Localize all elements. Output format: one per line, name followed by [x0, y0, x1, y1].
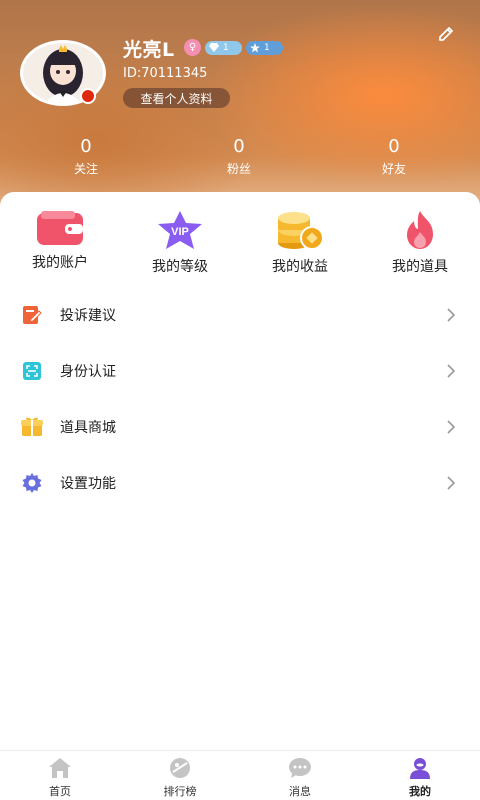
menu-item-label: 道具商城 [60, 420, 116, 436]
menu-item-complaint[interactable]: 投诉建议 [0, 287, 480, 343]
tab-label: 消息 [289, 785, 311, 798]
quick-action-label: 我的账户 [32, 255, 88, 271]
stat-value: 0 [233, 136, 245, 157]
coins-icon [276, 210, 324, 250]
diamond-level-badge: 1 [205, 40, 242, 55]
user-badges: ♀ 1 1 [184, 39, 283, 56]
tab-me[interactable]: 我的 [380, 757, 460, 799]
complaint-icon [21, 304, 43, 326]
pencil-icon [439, 27, 453, 41]
my-earnings-button[interactable]: 我的收益 [255, 210, 345, 275]
avatar[interactable] [20, 40, 106, 106]
stat-friends[interactable]: 0 好友 [344, 136, 444, 177]
tab-home[interactable]: 首页 [20, 757, 100, 799]
message-icon [288, 757, 312, 779]
chevron-right-icon [447, 476, 456, 490]
gear-icon [21, 472, 43, 494]
tab-ranking[interactable]: 排行榜 [140, 757, 220, 799]
menu-item-label: 投诉建议 [60, 308, 116, 324]
quick-action-label: 我的道具 [392, 259, 448, 275]
menu-item-label: 身份认证 [60, 364, 116, 380]
tab-label: 我的 [409, 785, 431, 798]
stat-value: 0 [388, 136, 400, 157]
menu-item-label: 设置功能 [60, 476, 116, 492]
stat-label: 关注 [73, 162, 98, 176]
menu-item-prop-shop[interactable]: 道具商城 [0, 399, 480, 455]
home-icon [48, 757, 72, 779]
svg-text:VIP: VIP [171, 226, 189, 238]
gender-female-icon: ♀ [184, 39, 201, 56]
menu-item-settings[interactable]: 设置功能 [0, 455, 480, 511]
diamond-icon [209, 43, 219, 52]
tab-label: 首页 [49, 785, 71, 798]
chevron-right-icon [447, 420, 456, 434]
diamond-level-value: 1 [223, 42, 229, 53]
wallet-icon [36, 210, 84, 246]
stat-fans[interactable]: 0 粉丝 [189, 136, 289, 177]
flame-icon [396, 210, 444, 250]
country-flag-icon [80, 88, 96, 104]
id-scan-icon [21, 360, 43, 382]
bottom-tab-bar: 首页 排行榜 消息 我的 [0, 750, 480, 800]
edit-profile-button[interactable] [432, 20, 460, 48]
quick-action-label: 我的等级 [152, 259, 208, 275]
view-profile-button[interactable]: 查看个人资料 [123, 88, 230, 108]
stat-following[interactable]: 0 关注 [36, 136, 136, 177]
my-account-button[interactable]: 我的账户 [15, 210, 105, 272]
stat-value: 0 [80, 136, 92, 157]
chevron-right-icon [447, 308, 456, 322]
vip-star-icon: VIP [156, 210, 204, 250]
stat-label: 好友 [381, 162, 406, 176]
tab-messages[interactable]: 消息 [260, 757, 340, 799]
user-id: ID:70111345 [123, 66, 208, 81]
username: 光亮L [123, 39, 175, 61]
profile-icon [408, 757, 432, 779]
ranking-icon [168, 757, 192, 779]
stat-label: 粉丝 [226, 162, 251, 176]
star-icon [250, 42, 260, 52]
menu-item-identity[interactable]: 身份认证 [0, 343, 480, 399]
my-props-button[interactable]: 我的道具 [375, 210, 465, 275]
gift-shop-icon [21, 416, 43, 438]
quick-action-label: 我的收益 [272, 259, 328, 275]
star-level-value: 1 [264, 42, 270, 53]
my-level-button[interactable]: VIP 我的等级 [135, 210, 225, 275]
chevron-right-icon [447, 364, 456, 378]
tab-label: 排行榜 [163, 785, 197, 798]
star-level-badge: 1 [246, 40, 283, 55]
